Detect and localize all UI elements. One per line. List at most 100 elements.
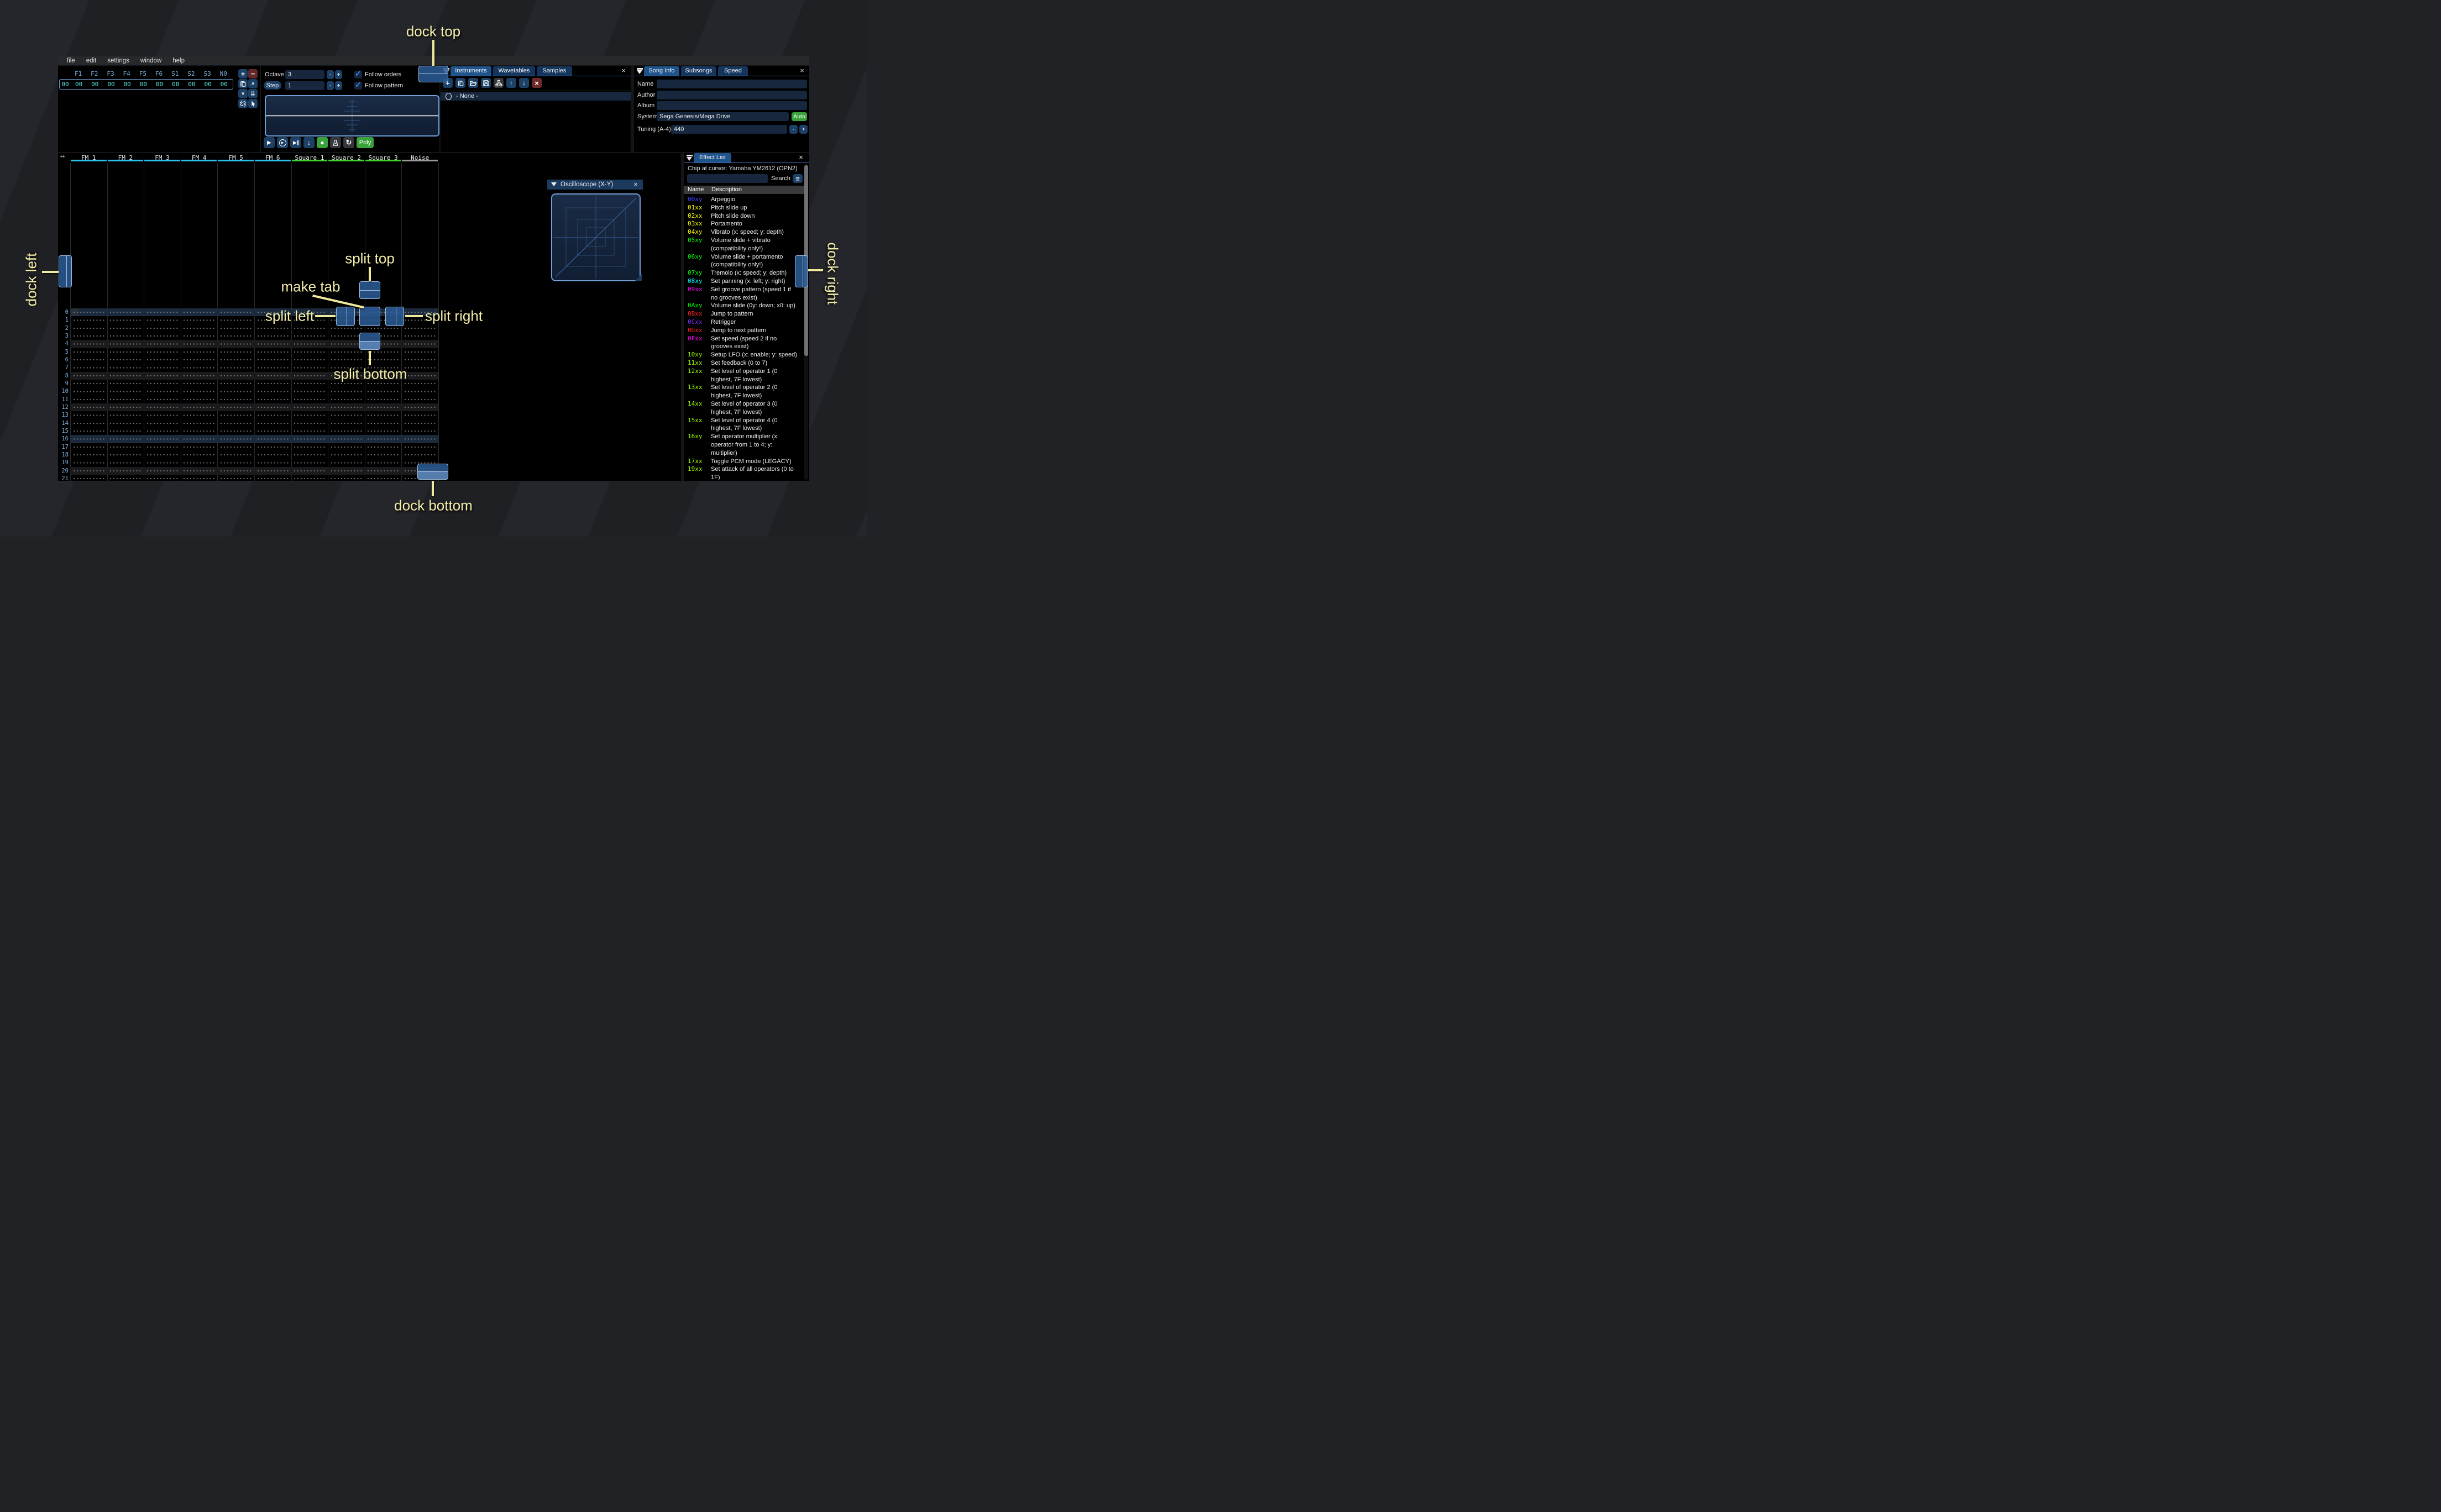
pattern-row[interactable]: 1 [58,316,681,324]
effect-row[interactable]: 01xx Pitch slide up [688,204,799,212]
tab-speed[interactable]: Speed [718,66,748,76]
pattern-row[interactable]: 19 [58,459,681,467]
oscilloscope-xy-window[interactable]: Oscilloscope (X-Y) × [547,180,643,282]
hamburger-menu-button[interactable]: ≡ [793,174,803,183]
effect-row[interactable]: 15xx Set level of operator 4 (0 highest, … [688,417,799,433]
effect-row[interactable]: 07xy Tremolo (x: speed; y: depth) [688,269,799,277]
effect-row[interactable]: 0Cxx Retrigger [688,318,799,327]
move-instrument-down-button[interactable]: ↓ [519,78,529,88]
window-collapse-icon[interactable] [443,67,449,74]
move-instrument-up-button[interactable]: ↑ [506,78,516,88]
step-minus-button[interactable]: - [327,81,334,90]
effect-row[interactable]: 0Bxx Jump to pattern [688,310,799,318]
effect-row[interactable]: 03xx Portamento [688,220,799,228]
tab-wavetables[interactable]: Wavetables [493,66,535,76]
effect-row[interactable]: 04xy Vibrato (x: speed; y: depth) [688,228,799,237]
delete-instrument-button[interactable]: × [532,78,542,88]
pattern-row[interactable]: 4 [58,340,681,348]
tab-effect-list[interactable]: Effect List [694,153,731,162]
effect-row[interactable]: 12xx Set level of operator 1 (0 highest, … [688,368,799,384]
effect-row[interactable]: 10xy Setup LFO (x: enable; y: speed) [688,351,799,359]
order-value-cell[interactable]: 00 [119,81,135,88]
tab-song-info[interactable]: Song Info [644,66,679,76]
pattern-row[interactable]: 9 [58,379,681,388]
system-auto-button[interactable]: Auto [792,112,807,121]
menu-item-window[interactable]: window [135,57,167,64]
record-button[interactable]: ● [317,137,328,148]
effect-row[interactable]: 0Dxx Jump to next pattern [688,327,799,335]
change-all-orders-button[interactable] [238,99,248,108]
tab-samples[interactable]: Samples [537,66,572,76]
effect-row[interactable]: 02xx Pitch slide down [688,212,799,221]
order-value-cell[interactable]: 00 [184,81,200,88]
scrollbar-thumb[interactable] [804,165,808,356]
pattern-row[interactable]: 0 [58,308,681,317]
pattern-row[interactable]: 5 [58,348,681,356]
album-input[interactable] [657,101,807,110]
pattern-row[interactable]: 8 [58,371,681,380]
scrollbar[interactable] [804,164,808,480]
resize-grip[interactable] [635,274,642,281]
pattern-row[interactable]: 12 [58,403,681,412]
pattern-row[interactable]: 7 [58,364,681,372]
effect-row[interactable]: 09xx Set groove pattern (speed 1 if no gr… [688,286,799,302]
octave-plus-button[interactable]: + [335,70,342,79]
move-order-up-button[interactable]: ∧ [248,79,258,88]
order-value-cell[interactable]: 00 [87,81,103,88]
pattern-row[interactable]: 2 [58,324,681,332]
search-input[interactable] [687,174,768,183]
menu-item-file[interactable]: file [61,57,81,64]
play-pattern-button[interactable]: ▶ [277,137,288,148]
tab-subsongs[interactable]: Subsongs [681,66,716,76]
effect-row[interactable]: 0Fxx Set speed (speed 2 if no grooves exi… [688,335,799,351]
step-button[interactable]: Step [264,81,281,90]
repeat-pattern-button[interactable]: ↻ [343,137,354,148]
effect-row[interactable]: 17xx Toggle PCM mode (LEGACY) [688,458,799,466]
play-button[interactable]: ▶ [264,137,275,148]
menu-item-settings[interactable]: settings [102,57,135,64]
order-value-cell[interactable]: 00 [151,81,167,88]
pattern-row[interactable]: 10 [58,387,681,396]
order-value-cell[interactable]: 00 [135,81,151,88]
pattern-row[interactable]: 6 [58,355,681,364]
add-order-button[interactable]: + [238,69,248,78]
pattern-row[interactable]: 18 [58,450,681,459]
duplicate-instrument-button[interactable] [455,78,465,88]
step-button[interactable]: ↓ [303,137,315,148]
collapse-triangle-icon[interactable] [551,182,557,186]
close-icon[interactable]: × [798,67,806,75]
play-one-row-button[interactable]: ▶ [290,137,301,148]
order-value-cell[interactable]: 00 [71,81,87,88]
order-edit-mode-button[interactable] [248,99,258,108]
follow-pattern-checkbox[interactable]: ✓ [354,80,362,90]
orders-selected-row[interactable]: 00 00 00 00 00 00 00 00 00 00 00 [59,79,233,90]
effect-row[interactable]: 06xy Volume slide + portamento (compatibi… [688,253,799,270]
name-input[interactable] [657,80,807,88]
step-input[interactable]: 1 [285,81,324,90]
save-instrument-button[interactable] [481,78,491,88]
effect-row[interactable]: 0Axy Volume slide (0y: down; x0: up) [688,302,799,310]
pattern-row[interactable]: 3 [58,332,681,340]
effect-row[interactable]: 00xy Arpeggio [688,196,799,204]
order-value-cell[interactable]: 00 [167,81,184,88]
duplicate-order-button[interactable] [238,79,248,88]
metronome-button[interactable] [330,137,341,148]
menu-item-help[interactable]: help [167,57,190,64]
oscilloscope-xy-titlebar[interactable]: Oscilloscope (X-Y) × [547,180,643,190]
add-instrument-button[interactable]: + [443,78,453,88]
pattern-row[interactable]: 13 [58,411,681,419]
pattern-row[interactable]: 21 [58,474,681,481]
pattern-row[interactable]: 15 [58,427,681,435]
pattern-row[interactable]: 20 [58,466,681,475]
menu-item-edit[interactable]: edit [81,57,102,64]
tuning-plus-button[interactable]: + [799,125,808,134]
order-value-cell[interactable]: 00 [200,81,216,88]
pattern-row[interactable]: 14 [58,419,681,427]
effect-row[interactable]: 14xx Set level of operator 3 (0 highest, … [688,400,799,417]
order-value-cell[interactable]: 00 [216,81,232,88]
close-icon[interactable]: × [620,67,627,75]
author-input[interactable] [657,91,807,99]
system-select[interactable]: Sega Genesis/Mega Drive [657,112,789,121]
pattern-row[interactable]: 16 [58,435,681,443]
window-collapse-icon[interactable] [687,154,693,161]
